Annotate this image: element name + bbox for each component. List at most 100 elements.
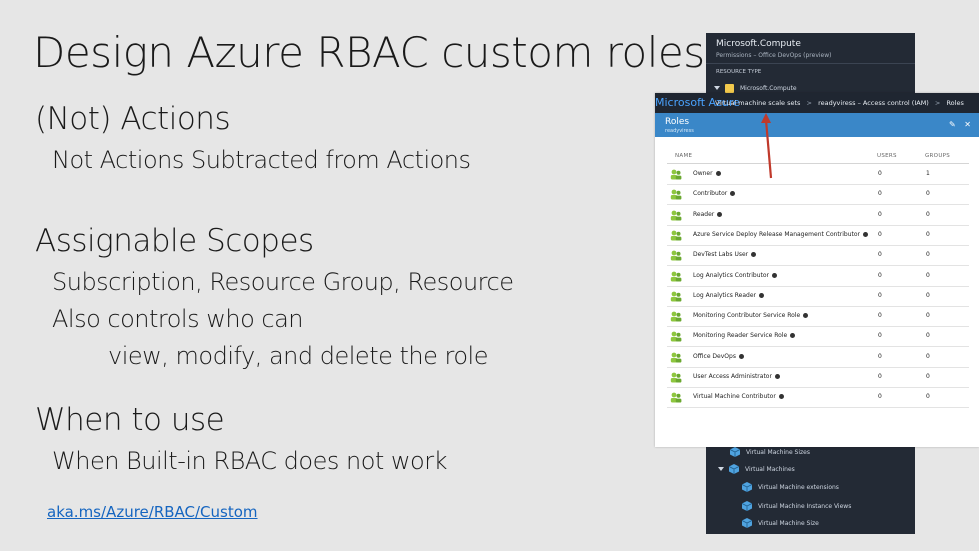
info-icon[interactable] bbox=[738, 353, 744, 359]
chevron-right-icon: > bbox=[934, 99, 941, 107]
azure-roles-window: Microsoft Azure Virtual machine scale se… bbox=[655, 93, 979, 447]
table-row[interactable]: Log Analytics Contributor 0 0 bbox=[667, 266, 969, 287]
table-row[interactable]: User Access Administrator 0 0 bbox=[667, 367, 969, 388]
cube-icon bbox=[729, 464, 739, 474]
info-icon[interactable] bbox=[778, 394, 784, 400]
role-groups-count: 0 bbox=[926, 352, 930, 360]
table-row[interactable]: Virtual Machine Contributor 0 0 bbox=[667, 387, 969, 409]
role-users-count: 0 bbox=[878, 251, 882, 259]
tree-item[interactable]: Virtual Machines bbox=[714, 462, 795, 476]
table-row[interactable]: Reader 0 0 bbox=[667, 205, 969, 226]
role-name: DevTest Labs User bbox=[693, 251, 757, 258]
portal-top-bar: Microsoft Azure Virtual machine scale se… bbox=[655, 93, 979, 113]
section-label: RESOURCE TYPE bbox=[716, 69, 762, 75]
tree-item[interactable]: Virtual Machine extensions bbox=[742, 480, 839, 494]
section-heading-when-to-use: When to use bbox=[35, 402, 225, 438]
role-name: Virtual Machine Contributor bbox=[693, 393, 784, 400]
section-text: Subscription, Resource Group, Resource bbox=[52, 268, 514, 296]
info-icon[interactable] bbox=[774, 374, 780, 379]
info-icon[interactable] bbox=[751, 252, 757, 258]
blade-header: Roles readyviress ✎ ✕ bbox=[655, 113, 979, 137]
pin-icon[interactable]: ✎ bbox=[949, 120, 956, 129]
info-icon[interactable] bbox=[803, 313, 809, 319]
role-name: Office DevOps bbox=[693, 353, 744, 360]
tree-item[interactable]: Virtual Machine Sizes bbox=[730, 445, 810, 459]
column-header-groups[interactable]: GROUPS bbox=[925, 153, 950, 159]
docs-link[interactable]: aka.ms/Azure/RBAC/Custom bbox=[47, 503, 258, 521]
section-text: Not Actions Subtracted from Actions bbox=[52, 146, 471, 174]
role-users-icon bbox=[670, 331, 682, 342]
role-name: Azure Service Deploy Release Management … bbox=[693, 231, 869, 238]
role-groups-count: 0 bbox=[926, 230, 930, 238]
table-row[interactable]: DevTest Labs User 0 0 bbox=[667, 245, 969, 267]
info-icon[interactable] bbox=[790, 333, 796, 339]
role-groups-count: 0 bbox=[926, 291, 930, 299]
role-users-icon bbox=[670, 250, 682, 261]
role-users-icon bbox=[670, 291, 682, 302]
info-icon[interactable] bbox=[717, 211, 723, 217]
role-name: Monitoring Contributor Service Role bbox=[693, 312, 809, 319]
section-heading-assignable-scopes: Assignable Scopes bbox=[35, 223, 314, 259]
column-header-name[interactable]: NAME bbox=[675, 153, 692, 159]
role-users-count: 0 bbox=[878, 210, 882, 218]
chevron-right-icon: > bbox=[806, 99, 812, 107]
expand-icon bbox=[718, 467, 724, 471]
cube-icon bbox=[730, 447, 740, 457]
tree-item[interactable]: Virtual Machine Instance Views bbox=[742, 499, 851, 513]
resource-provider-icon bbox=[725, 83, 734, 93]
breadcrumb-item[interactable]: Roles bbox=[946, 99, 963, 107]
slide-title: Design Azure RBAC custom roles bbox=[33, 28, 705, 77]
role-name: User Access Administrator bbox=[693, 373, 780, 380]
role-groups-count: 0 bbox=[926, 251, 930, 259]
role-users-count: 0 bbox=[878, 373, 882, 380]
role-users-count: 0 bbox=[878, 230, 882, 238]
cube-icon bbox=[742, 518, 752, 528]
table-row[interactable]: Owner 0 1 bbox=[667, 164, 969, 185]
close-icon[interactable]: ✕ bbox=[964, 120, 971, 129]
role-users-count: 0 bbox=[878, 352, 882, 360]
info-icon[interactable] bbox=[715, 171, 721, 176]
role-name: Log Analytics Reader bbox=[693, 292, 765, 299]
role-groups-count: 0 bbox=[926, 210, 930, 218]
role-name: Monitoring Reader Service Role bbox=[693, 332, 796, 339]
table-row[interactable]: Office DevOps 0 0 bbox=[667, 347, 969, 368]
column-header-users[interactable]: USERS bbox=[877, 153, 897, 159]
role-name: Log Analytics Contributor bbox=[693, 272, 778, 279]
cube-icon bbox=[742, 501, 752, 511]
role-users-icon bbox=[670, 189, 682, 200]
role-users-icon bbox=[670, 392, 682, 403]
section-text: Also controls who can bbox=[52, 305, 304, 333]
section-heading-not-actions: (Not) Actions bbox=[35, 101, 231, 137]
info-icon[interactable] bbox=[730, 191, 736, 197]
blade-subtitle: readyviress bbox=[665, 128, 694, 134]
divider bbox=[706, 63, 915, 64]
role-users-icon bbox=[670, 169, 682, 180]
table-row[interactable]: Monitoring Contributor Service Role 0 0 bbox=[667, 306, 969, 328]
expand-icon bbox=[714, 86, 720, 90]
breadcrumb-item[interactable]: Virtual machine scale sets bbox=[715, 99, 800, 107]
table-row[interactable]: Monitoring Reader Service Role 0 0 bbox=[667, 326, 969, 348]
tree-item[interactable]: Virtual Machine Size bbox=[742, 516, 819, 530]
info-icon[interactable] bbox=[863, 231, 869, 237]
role-users-icon bbox=[670, 210, 682, 221]
blade-title: Roles bbox=[665, 117, 690, 127]
breadcrumb: Virtual machine scale sets > readyviress… bbox=[715, 99, 968, 107]
role-users-count: 0 bbox=[878, 271, 882, 279]
role-name: Reader bbox=[693, 211, 723, 218]
info-icon[interactable] bbox=[759, 292, 765, 298]
role-groups-count: 0 bbox=[926, 332, 930, 340]
breadcrumb-item[interactable]: readyviress – Access control (IAM) bbox=[818, 99, 929, 107]
role-groups-count: 0 bbox=[926, 373, 930, 380]
role-name: Owner bbox=[693, 170, 721, 177]
role-users-count: 0 bbox=[878, 332, 882, 340]
role-users-icon bbox=[670, 271, 682, 281]
panel-subtitle: Permissions – Office DevOps (preview) bbox=[716, 52, 832, 59]
table-row[interactable]: Contributor 0 0 bbox=[667, 184, 969, 206]
table-row[interactable]: Azure Service Deploy Release Management … bbox=[667, 225, 969, 246]
role-groups-count: 0 bbox=[926, 271, 930, 279]
role-groups-count: 1 bbox=[926, 170, 930, 177]
table-row[interactable]: Log Analytics Reader 0 0 bbox=[667, 286, 969, 307]
panel-title: Microsoft.Compute bbox=[716, 39, 801, 49]
info-icon[interactable] bbox=[772, 272, 778, 278]
role-users-count: 0 bbox=[878, 170, 882, 177]
